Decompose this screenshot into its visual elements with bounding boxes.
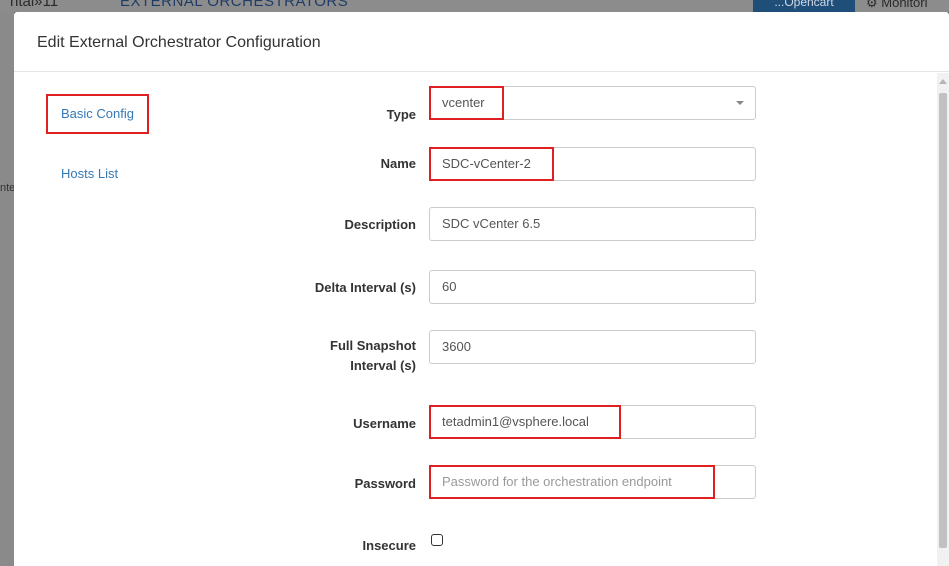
backdrop-heading: EXTERNAL ORCHESTRATORS [120, 0, 349, 10]
insecure-checkbox[interactable] [431, 534, 443, 546]
backdrop-monitor-fragment: ⚙ Monitori [866, 0, 928, 10]
insecure-label: Insecure [362, 538, 416, 553]
type-select[interactable]: vcenter [429, 86, 756, 120]
chevron-down-icon[interactable] [736, 101, 744, 105]
backdrop-side-strip: nte [0, 12, 16, 566]
full-snapshot-label-line2: Interval (s) [350, 358, 416, 373]
password-input[interactable]: Password for the orchestration endpoint [429, 465, 756, 499]
backdrop-page-header: ntal»11 EXTERNAL ORCHESTRATORS ...Openca… [0, 0, 949, 12]
name-input[interactable]: SDC-vCenter-2 [429, 147, 756, 181]
password-label: Password [354, 476, 416, 491]
backdrop-breadcrumb-fragment: ntal»11 [10, 0, 59, 10]
delta-interval-label: Delta Interval (s) [314, 280, 416, 295]
full-snapshot-interval-input[interactable]: 3600 [429, 330, 756, 364]
description-label: Description [344, 217, 416, 232]
backdrop-side-fragment: nte [0, 182, 16, 194]
nav-hosts-list[interactable]: Hosts List [61, 166, 118, 181]
modal-title: Edit External Orchestrator Configuration [37, 34, 321, 51]
username-label: Username [353, 416, 416, 431]
modal-header: Edit External Orchestrator Configuration [14, 12, 949, 72]
full-snapshot-label-line1: Full Snapshot [330, 338, 416, 353]
name-label: Name [380, 156, 416, 171]
nav-basic-config[interactable]: Basic Config [46, 94, 149, 134]
scroll-up-arrow-icon[interactable] [939, 79, 947, 84]
description-input[interactable]: SDC vCenter 6.5 [429, 207, 756, 241]
delta-interval-input[interactable]: 60 [429, 270, 756, 304]
backdrop-button: ...Opencart [753, 0, 855, 12]
type-label: Type [386, 107, 416, 122]
scroll-thumb[interactable] [939, 93, 947, 548]
modal-scrollbar[interactable] [937, 73, 949, 566]
username-input[interactable]: tetadmin1@vsphere.local [429, 405, 756, 439]
edit-orchestrator-modal: Edit External Orchestrator Configuration… [14, 12, 949, 566]
